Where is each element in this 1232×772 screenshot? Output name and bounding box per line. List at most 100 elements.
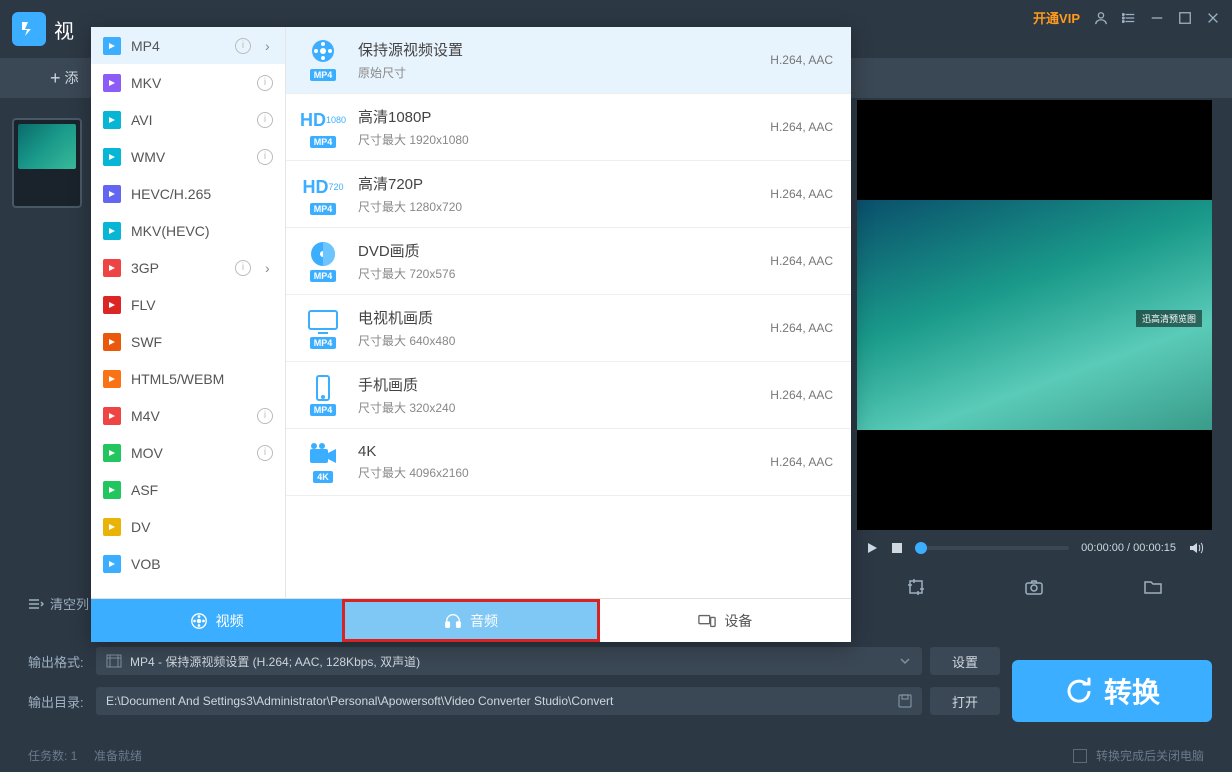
open-button[interactable]: 打开	[930, 687, 1000, 715]
preset-text: DVD画质 尺寸最大 720x576	[358, 240, 754, 282]
format-item-3gp[interactable]: 3GPi›	[91, 249, 285, 286]
format-icon	[103, 296, 121, 314]
logo-area: 视	[12, 12, 74, 46]
preset-item[interactable]: MP4 电视机画质 尺寸最大 640x480 H.264, AAC	[286, 295, 851, 362]
clear-list-button[interactable]: 清空列	[28, 594, 89, 613]
preset-text: 4K 尺寸最大 4096x2160	[358, 443, 754, 481]
format-item-asf[interactable]: ASF	[91, 471, 285, 508]
close-icon[interactable]	[1206, 11, 1220, 25]
tab-video[interactable]: 视频	[91, 599, 342, 642]
format-item-dv[interactable]: DV	[91, 508, 285, 545]
output-folder-field[interactable]: E:\Document And Settings3\Administrator\…	[96, 687, 922, 715]
format-dropdown-panel: MP4i›MKViAVIiWMViHEVC/H.265MKV(HEVC)3GPi…	[91, 27, 851, 642]
format-icon	[103, 407, 121, 425]
format-item-mkvhevc[interactable]: MKV(HEVC)	[91, 212, 285, 249]
format-label: 3GP	[131, 260, 159, 276]
preset-icon: MP4	[304, 374, 342, 416]
output-folder-label: 输出目录:	[28, 692, 88, 711]
preset-title: 高清1080P	[358, 106, 754, 127]
preset-title: 保持源视频设置	[358, 39, 754, 60]
format-icon	[103, 259, 121, 277]
output-format-field[interactable]: MP4 - 保持源视频设置 (H.264; AAC, 128Kbps, 双声道)	[96, 647, 922, 675]
preset-item[interactable]: HD720 MP4 高清720P 尺寸最大 1280x720 H.264, AA…	[286, 161, 851, 228]
format-item-mp4[interactable]: MP4i›	[91, 27, 285, 64]
preset-item[interactable]: HD1080 MP4 高清1080P 尺寸最大 1920x1080 H.264,…	[286, 94, 851, 161]
format-icon	[103, 37, 121, 55]
preset-text: 高清720P 尺寸最大 1280x720	[358, 173, 754, 215]
seek-bar[interactable]	[915, 546, 1069, 550]
format-item-flv[interactable]: FLV	[91, 286, 285, 323]
minimize-icon[interactable]	[1150, 11, 1164, 25]
format-item-swf[interactable]: SWF	[91, 323, 285, 360]
preset-item[interactable]: MP4 DVD画质 尺寸最大 720x576 H.264, AAC	[286, 228, 851, 295]
preview-panel: 迅高清预览图 00:00:00 / 00:00:15	[857, 100, 1212, 608]
user-icon[interactable]	[1094, 11, 1108, 25]
list-icon[interactable]	[1122, 11, 1136, 25]
play-icon[interactable]	[865, 541, 879, 555]
info-icon[interactable]: i	[257, 75, 273, 91]
preset-badge: 4K	[313, 471, 333, 483]
output-format-label: 输出格式:	[28, 652, 88, 671]
shutdown-option[interactable]: 转换完成后关闭电脑	[1073, 747, 1204, 764]
preset-subtitle: 尺寸最大 320x240	[358, 399, 754, 416]
format-item-hevch265[interactable]: HEVC/H.265	[91, 175, 285, 212]
format-icon	[103, 481, 121, 499]
format-item-avi[interactable]: AVIi	[91, 101, 285, 138]
folder-icon[interactable]	[1143, 577, 1163, 597]
info-icon[interactable]: i	[257, 112, 273, 128]
format-item-vob[interactable]: VOB	[91, 545, 285, 582]
format-item-html5webm[interactable]: HTML5/WEBM	[91, 360, 285, 397]
preview-controls: 00:00:00 / 00:00:15	[857, 530, 1212, 566]
chevron-down-icon	[898, 654, 912, 668]
format-icon	[103, 111, 121, 129]
format-item-m4v[interactable]: M4Vi	[91, 397, 285, 434]
info-icon[interactable]: i	[235, 38, 251, 54]
stop-icon[interactable]	[891, 542, 903, 554]
preset-item[interactable]: MP4 保持源视频设置 原始尺寸 H.264, AAC	[286, 27, 851, 94]
app-logo	[12, 12, 46, 46]
format-label: HEVC/H.265	[131, 186, 211, 202]
preset-subtitle: 尺寸最大 640x480	[358, 332, 754, 349]
maximize-icon[interactable]	[1178, 11, 1192, 25]
preset-item[interactable]: MP4 手机画质 尺寸最大 320x240 H.264, AAC	[286, 362, 851, 429]
statusbar: 任务数: 1 准备就绪 转换完成后关闭电脑	[0, 738, 1232, 772]
info-icon[interactable]: i	[257, 408, 273, 424]
info-icon[interactable]: i	[257, 149, 273, 165]
camera-icon[interactable]	[1024, 577, 1044, 597]
format-label: MP4	[131, 38, 160, 54]
preview-video: 迅高清预览图	[857, 100, 1212, 530]
preset-item[interactable]: 4K 4K 尺寸最大 4096x2160 H.264, AAC	[286, 429, 851, 496]
crop-icon[interactable]	[906, 577, 926, 597]
preset-title: 手机画质	[358, 374, 754, 395]
format-type-list[interactable]: MP4i›MKViAVIiWMViHEVC/H.265MKV(HEVC)3GPi…	[91, 27, 286, 598]
tab-device[interactable]: 设备	[600, 599, 851, 642]
info-icon[interactable]: i	[257, 445, 273, 461]
preset-text: 电视机画质 尺寸最大 640x480	[358, 307, 754, 349]
tab-audio-label: 音频	[470, 611, 498, 631]
preset-icon: HD720 MP4	[304, 173, 342, 215]
format-item-mkv[interactable]: MKV i	[91, 64, 285, 101]
add-button[interactable]: +添	[50, 68, 79, 89]
format-icon	[103, 222, 121, 240]
preset-text: 高清1080P 尺寸最大 1920x1080	[358, 106, 754, 148]
format-item-mov[interactable]: MOVi	[91, 434, 285, 471]
file-thumbnail[interactable]	[12, 118, 82, 208]
preset-icon: MP4	[304, 307, 342, 349]
preset-text: 保持源视频设置 原始尺寸	[358, 39, 754, 81]
info-icon[interactable]: i	[235, 260, 251, 276]
format-icon	[103, 370, 121, 388]
tab-video-label: 视频	[216, 611, 244, 631]
file-list	[0, 98, 90, 638]
preset-list[interactable]: MP4 保持源视频设置 原始尺寸 H.264, AAC HD1080 MP4 高…	[286, 27, 851, 598]
settings-button[interactable]: 设置	[930, 647, 1000, 675]
volume-icon[interactable]	[1188, 540, 1204, 556]
preset-title: 高清720P	[358, 173, 754, 194]
format-item-wmv[interactable]: WMVi	[91, 138, 285, 175]
format-label: MKV	[131, 75, 161, 91]
convert-button[interactable]: 转换	[1012, 660, 1212, 722]
preset-subtitle: 尺寸最大 720x576	[358, 265, 754, 282]
preset-subtitle: 尺寸最大 4096x2160	[358, 464, 754, 481]
shutdown-checkbox[interactable]	[1073, 749, 1087, 763]
vip-link[interactable]: 开通VIP	[1033, 8, 1080, 27]
tab-audio[interactable]: 音频	[342, 599, 599, 642]
